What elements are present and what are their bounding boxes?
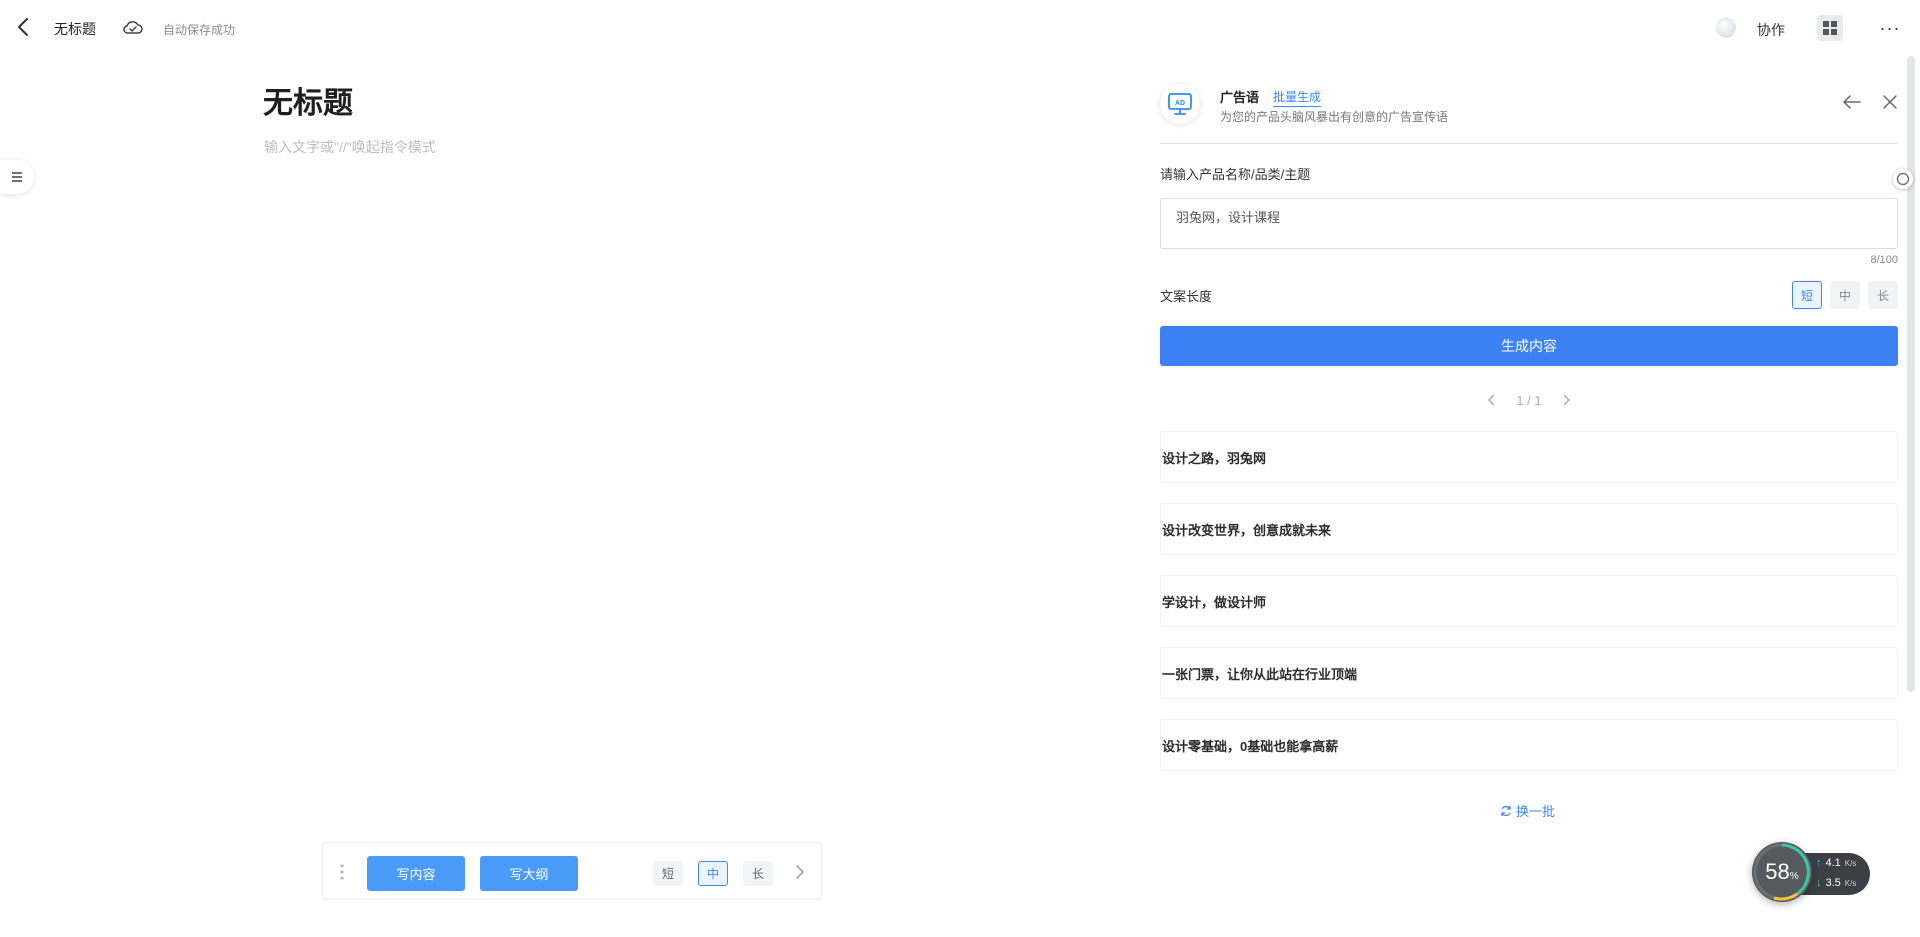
char-counter: 8/100 [1870, 254, 1898, 266]
refresh-batch-button[interactable]: 换一批 [1500, 801, 1555, 820]
ad-icon: AD [1160, 84, 1200, 124]
download-value: 3.5 [1825, 877, 1841, 889]
result-text: 设计改变世界，创意成就未来 [1162, 522, 1332, 538]
result-text: 设计零基础，0基础也能拿高薪 [1162, 738, 1339, 754]
result-item[interactable]: 一张门票，让你从此站在行业顶端 [1160, 647, 1898, 699]
toolbar-next-button[interactable] [790, 860, 810, 884]
cpu-percent-value: 58 [1765, 859, 1790, 884]
upload-speed: ↑ 4.1 K/s [1816, 857, 1856, 869]
close-icon [1883, 95, 1897, 109]
panel-length-long[interactable]: 长 [1868, 281, 1898, 309]
cloud-sync-icon [123, 21, 143, 34]
download-speed: ↓ 3.5 K/s [1816, 877, 1856, 889]
panel-title: 广告语 [1220, 90, 1260, 105]
svg-text:AD: AD [1175, 100, 1185, 107]
top-bar: 无标题 自动保存成功 协作 ··· [0, 0, 1920, 56]
editor-title[interactable]: 无标题 [263, 78, 353, 122]
panel-length-short[interactable]: 短 [1792, 281, 1822, 309]
more-button[interactable]: ··· [1877, 15, 1903, 41]
upload-value: 4.1 [1825, 857, 1841, 869]
collab-button[interactable]: 协作 [1757, 20, 1785, 40]
panel-back-button[interactable] [1840, 90, 1864, 114]
result-item[interactable]: 设计之路，羽兔网 [1160, 431, 1898, 483]
pager-prev-button[interactable] [1484, 392, 1500, 408]
chevron-right-icon [1563, 394, 1570, 406]
ad-slogan-panel: AD 广告语 批量生成 为您的产品头脑风暴出有创意的广告宣传语 请输入产品名称/… [1160, 56, 1900, 856]
download-arrow-icon: ↓ [1816, 877, 1822, 889]
write-content-button[interactable]: 写内容 [367, 856, 465, 891]
batch-generate-link[interactable]: 批量生成 [1273, 88, 1322, 107]
result-item[interactable]: 学设计，做设计师 [1160, 575, 1898, 627]
chevron-left-icon [1488, 394, 1495, 406]
avatar[interactable] [1716, 18, 1736, 38]
write-outline-button[interactable]: 写大纲 [480, 856, 578, 891]
editor-body-placeholder[interactable]: 输入文字或"//"唤起指令模式 [264, 137, 864, 157]
length-short-chip[interactable]: 短 [653, 861, 683, 886]
panel-divider [1160, 143, 1898, 144]
result-text: 设计之路，羽兔网 [1162, 450, 1267, 466]
result-pager: 1 / 1 [1160, 390, 1898, 410]
refresh-label: 换一批 [1516, 804, 1556, 819]
outline-toggle[interactable] [0, 160, 34, 194]
result-text: 一张门票，让你从此站在行业顶端 [1162, 666, 1358, 682]
panel-scrollbar[interactable] [1907, 56, 1915, 692]
result-item[interactable]: 设计零基础，0基础也能拿高薪 [1160, 719, 1898, 771]
cpu-percent-unit: % [1789, 871, 1799, 882]
network-speed-widget[interactable]: ↑ 4.1 K/s ↓ 3.5 K/s 58% [1752, 842, 1872, 902]
product-input[interactable]: 羽兔网，设计课程 [1160, 198, 1898, 249]
panel-description: 为您的产品头脑风暴出有创意的广告宣传语 [1220, 110, 1449, 124]
save-status: 自动保存成功 [163, 23, 236, 37]
download-unit: K/s [1844, 878, 1857, 888]
app-window: 无标题 自动保存成功 协作 ··· 无标题 输入文字或"//"唤起指令模式 写内… [0, 0, 1920, 937]
ring-icon [1896, 172, 1910, 186]
menu-icon [12, 172, 22, 182]
result-text: 学设计，做设计师 [1162, 594, 1267, 610]
panel-length-medium[interactable]: 中 [1830, 281, 1860, 309]
more-icon: ··· [1879, 17, 1901, 38]
drag-handle-icon[interactable] [339, 863, 345, 881]
layout-toggle-button[interactable] [1817, 15, 1843, 41]
back-button[interactable] [10, 14, 36, 40]
length-long-chip[interactable]: 长 [743, 861, 773, 886]
pager-next-button[interactable] [1558, 392, 1574, 408]
chevron-left-icon [18, 18, 28, 36]
refresh-icon [1501, 805, 1511, 816]
cpu-bubble: 58% [1752, 842, 1812, 902]
doc-title-small[interactable]: 无标题 [54, 19, 96, 39]
scroll-handle[interactable] [1893, 169, 1913, 189]
upload-unit: K/s [1844, 858, 1857, 868]
grid-icon [1823, 21, 1837, 35]
product-input-label: 请输入产品名称/品类/主题 [1160, 167, 1311, 182]
ai-writing-toolbar: 写内容 写大纲 短 中 长 [322, 842, 822, 900]
length-label: 文案长度 [1160, 289, 1213, 304]
arrow-left-icon [1843, 95, 1861, 109]
generate-button[interactable]: 生成内容 [1160, 326, 1898, 366]
panel-close-button[interactable] [1878, 90, 1902, 114]
length-medium-chip[interactable]: 中 [698, 861, 728, 886]
result-item[interactable]: 设计改变世界，创意成就未来 [1160, 503, 1898, 555]
pager-text: 1 / 1 [1516, 392, 1542, 408]
upload-arrow-icon: ↑ [1816, 857, 1822, 869]
chevron-right-icon [796, 865, 805, 879]
cpu-percent: 58% [1765, 859, 1798, 885]
